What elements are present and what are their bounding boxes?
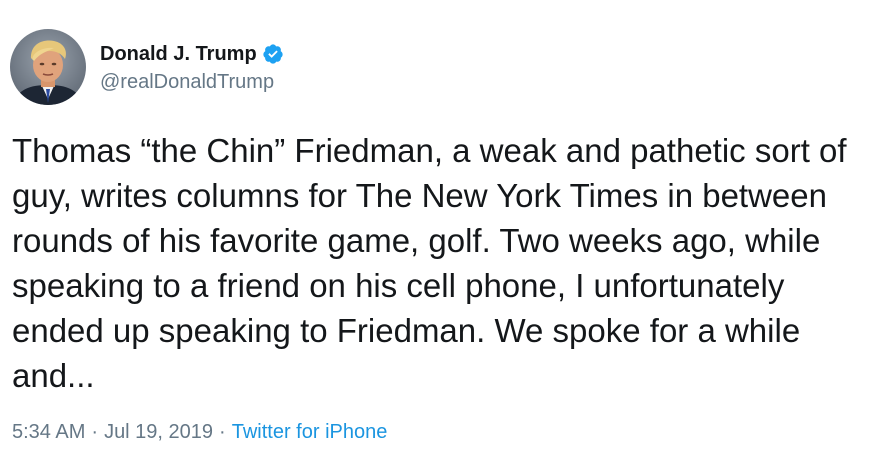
display-name[interactable]: Donald J. Trump	[100, 43, 257, 66]
tweet-meta: 5:34 AM · Jul 19, 2019 · Twitter for iPhone	[12, 421, 387, 444]
tweet-text: Thomas “the Chin” Friedman, a weak and p…	[12, 132, 847, 394]
tweet-source-link[interactable]: Twitter for iPhone	[232, 421, 388, 443]
author-names: Donald J. Trump @realDonaldTrump	[100, 40, 284, 94]
name-row: Donald J. Trump	[100, 40, 284, 68]
meta-separator: ·	[219, 421, 226, 443]
avatar[interactable]	[10, 29, 86, 105]
tweet-time[interactable]: 5:34 AM	[12, 421, 85, 443]
tweet-date[interactable]: Jul 19, 2019	[104, 421, 213, 443]
user-handle[interactable]: @realDonaldTrump	[100, 71, 284, 94]
meta-separator: ·	[91, 421, 99, 443]
tweet-card: Donald J. Trump @realDonaldTrump Thomas …	[0, 0, 892, 468]
tweet-header: Donald J. Trump @realDonaldTrump	[10, 28, 284, 106]
avatar-image	[10, 29, 86, 105]
verified-badge-icon	[262, 43, 284, 65]
